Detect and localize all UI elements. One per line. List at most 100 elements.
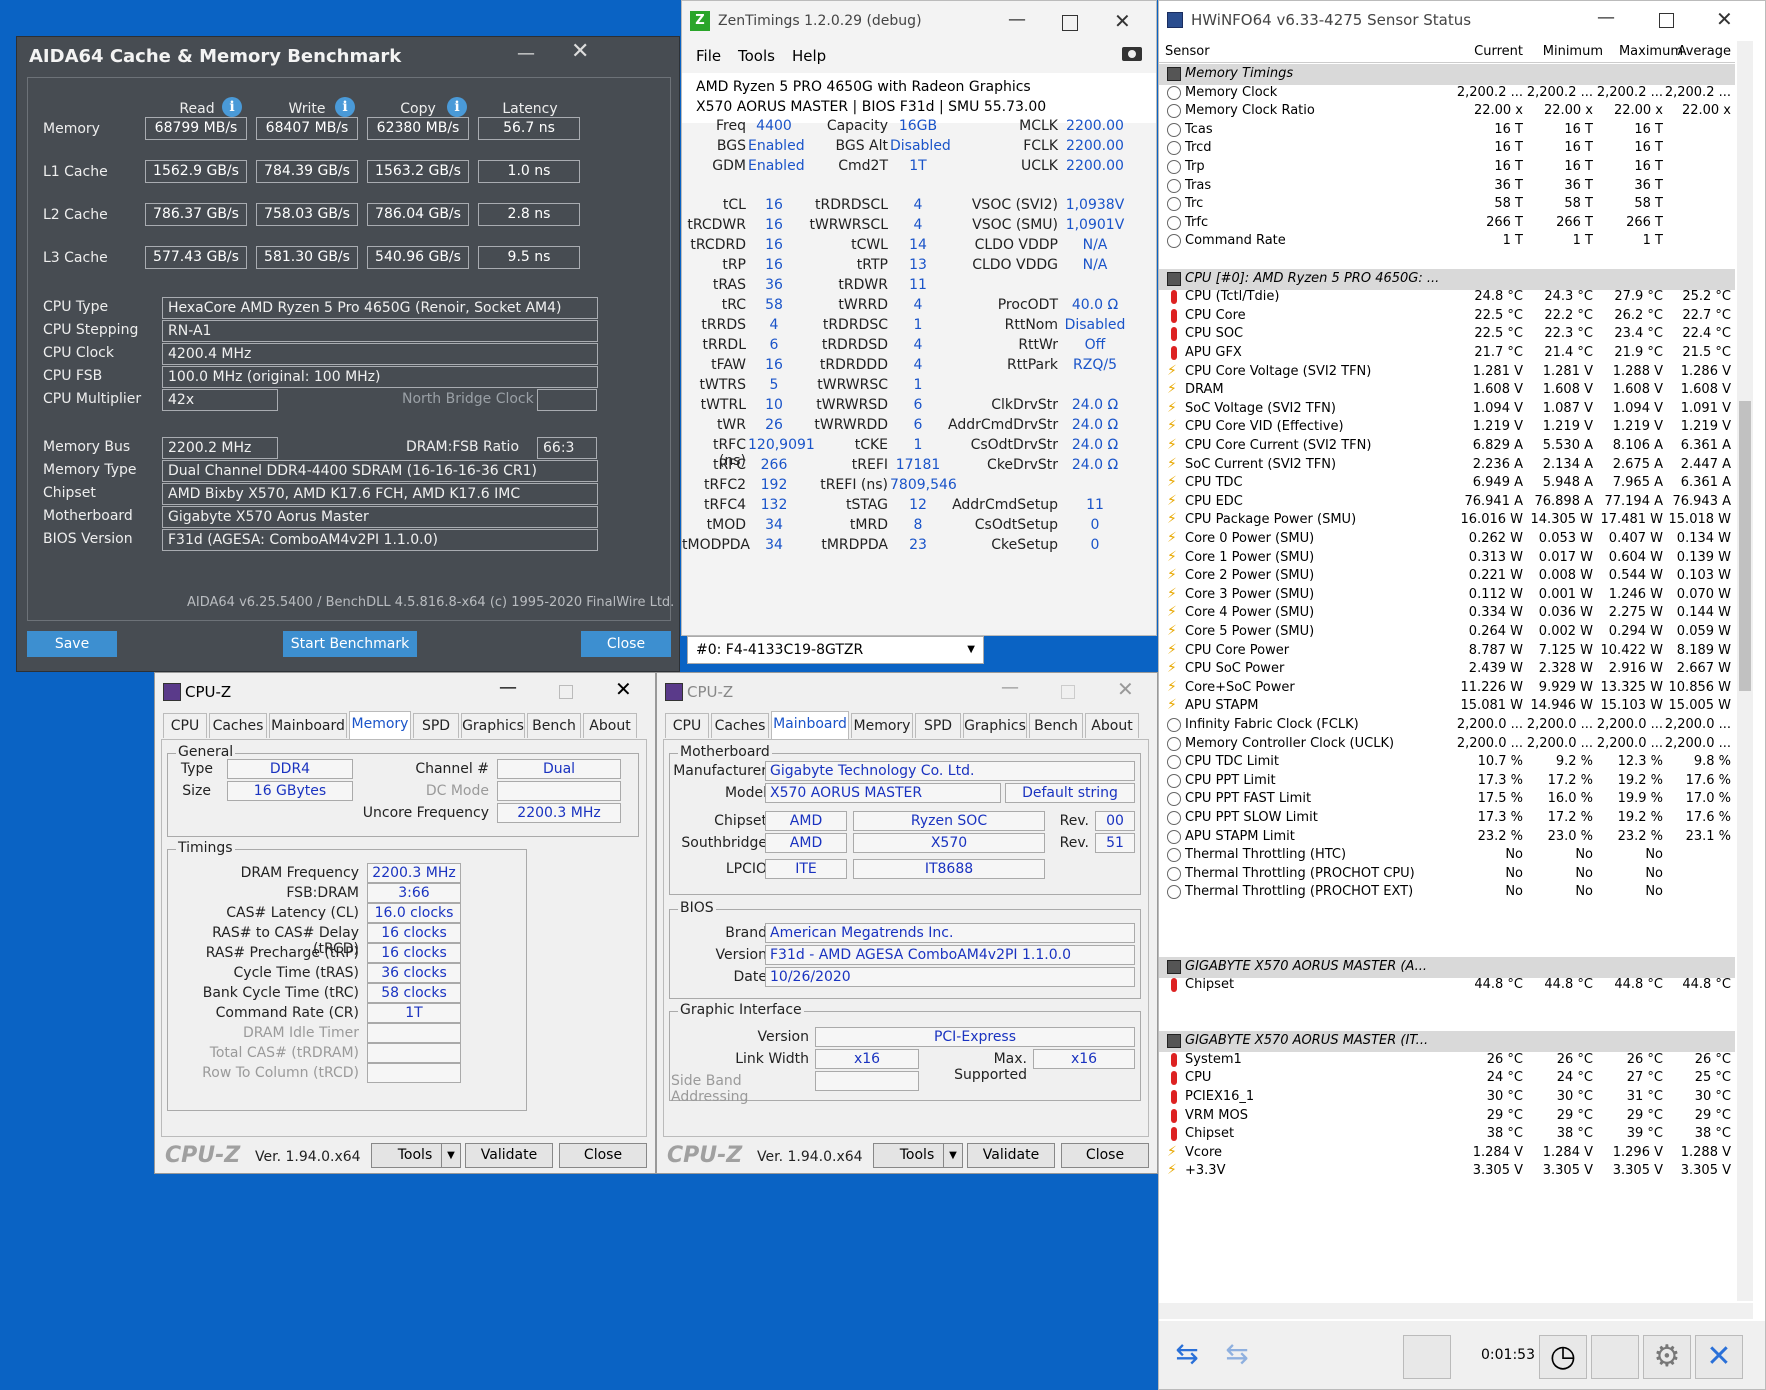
timing-value: 120,9091	[748, 437, 815, 453]
info-icon[interactable]: i	[447, 97, 467, 117]
sensor-value: 22.00 x	[1681, 103, 1731, 119]
timing-value: 4	[913, 297, 923, 313]
tab-about[interactable]: About	[1085, 713, 1139, 738]
tab-graphics[interactable]: Graphics	[461, 713, 525, 738]
sensor-value: 0.407 W	[1608, 531, 1663, 546]
close-button[interactable]: Close	[559, 1143, 647, 1168]
chevron-down-icon[interactable]: ▼	[441, 1143, 461, 1168]
dimm-select[interactable]: #0: F4-4133C19-8GTZR ▼	[687, 636, 984, 664]
sensor-value: 1.091 V	[1680, 400, 1731, 416]
col-minimum[interactable]: Minimum	[1525, 44, 1603, 59]
start-benchmark-button[interactable]: Start Benchmark	[283, 631, 417, 657]
tab-spd[interactable]: SPD	[413, 713, 459, 738]
minimize-icon[interactable]: —	[1008, 9, 1026, 30]
sensor-value: 16 T	[1634, 159, 1663, 174]
close-icon[interactable]: ✕	[1716, 7, 1733, 31]
maximize-icon[interactable]	[1061, 685, 1075, 699]
close-icon[interactable]: ✕	[1117, 677, 1134, 701]
close-icon[interactable]: ✕	[615, 677, 632, 701]
maximize-icon[interactable]	[1659, 13, 1674, 28]
close-button[interactable]: Close	[1061, 1143, 1149, 1168]
sensor-value: 0.294 W	[1608, 624, 1663, 639]
memory-type-label: Memory Type	[43, 462, 137, 478]
sensor-value: 2,200.0 ...	[1596, 717, 1663, 732]
close-icon[interactable]: ✕	[1114, 9, 1131, 33]
southbridge-field: AMD	[765, 833, 847, 853]
sensor-value: No	[1575, 847, 1593, 863]
timing-value: 11	[909, 277, 927, 293]
sensor-value: 2,200.0 ...	[1596, 735, 1663, 751]
minimize-icon[interactable]: —	[1001, 677, 1019, 698]
timing-field: 3:66	[367, 883, 461, 903]
sensor-value: 8.189 W	[1676, 642, 1731, 658]
chevron-down-icon[interactable]: ▼	[943, 1143, 963, 1168]
timing-label: ProcODT	[997, 297, 1058, 313]
maximize-icon[interactable]	[1062, 15, 1078, 31]
minimize-icon[interactable]: —	[1597, 7, 1615, 28]
tab-memory[interactable]: Memory	[349, 711, 411, 739]
sensor-name: Thermal Throttling (PROCHOT CPU)	[1185, 865, 1415, 881]
tab-spd[interactable]: SPD	[915, 713, 961, 738]
maximize-icon[interactable]	[559, 685, 573, 699]
lightning-icon: ⚡	[1167, 381, 1177, 398]
arrows-icon[interactable]: ⇆	[1165, 1337, 1209, 1373]
tab-mainboard[interactable]: Mainboard	[771, 711, 849, 739]
tab-caches[interactable]: Caches	[209, 713, 267, 738]
cpu-stepping-label: CPU Stepping	[43, 322, 139, 338]
save-button[interactable]: Save	[27, 631, 117, 657]
minimize-icon[interactable]: —	[517, 43, 535, 64]
sensor-name: CPU Core VID (Effective)	[1185, 419, 1344, 435]
timing-label: CLDO VDDP	[974, 237, 1058, 253]
close-icon[interactable]: ✕	[1695, 1335, 1743, 1379]
sensor-value: 16 T	[1494, 159, 1523, 174]
tab-bench[interactable]: Bench	[1029, 713, 1083, 738]
validate-button[interactable]: Validate	[967, 1143, 1055, 1168]
timing-label: RttNom	[1004, 317, 1058, 333]
manufacturer-field: Gigabyte Technology Co. Ltd.	[765, 761, 1135, 781]
close-icon[interactable]: ✕	[571, 39, 589, 64]
read-value: 577.43 GB/s	[145, 246, 247, 269]
menu-help[interactable]: Help	[792, 47, 826, 65]
validate-button[interactable]: Validate	[465, 1143, 553, 1168]
sensor-value: 1.296 V	[1612, 1144, 1663, 1160]
sensor-name: SoC Current (SVI2 TFN)	[1185, 456, 1337, 472]
timing-label: VSOC (SMU)	[972, 217, 1058, 233]
timing-value: 2200.00	[1066, 158, 1124, 174]
gear-icon[interactable]: ⚙	[1643, 1335, 1691, 1379]
horizontal-scrollbar[interactable]	[1159, 1303, 1753, 1319]
arrows-icon[interactable]: ⇆	[1215, 1337, 1259, 1373]
menu-tools[interactable]: Tools	[738, 47, 775, 65]
info-icon[interactable]: i	[335, 97, 355, 117]
chip-icon	[1167, 271, 1181, 286]
report-icon[interactable]	[1591, 1335, 1639, 1379]
tab-graphics[interactable]: Graphics	[963, 713, 1027, 738]
sensor-value: 1 T	[1502, 233, 1523, 249]
tab-caches[interactable]: Caches	[711, 713, 769, 738]
info-icon[interactable]: i	[222, 97, 242, 117]
vertical-scrollbar[interactable]	[1737, 41, 1753, 1301]
brand-label: Brand	[725, 925, 767, 941]
chipset-value: AMD Bixby X570, AMD K17.6 FCH, AMD K17.6…	[162, 483, 598, 505]
sensor-name: Command Rate	[1185, 233, 1286, 249]
tab-about[interactable]: About	[583, 713, 637, 738]
col-current[interactable]: Current	[1445, 44, 1523, 59]
minimize-icon[interactable]: —	[499, 677, 517, 698]
tab-mainboard[interactable]: Mainboard	[269, 713, 347, 738]
close-button[interactable]: Close	[581, 631, 671, 657]
sensor-value: No	[1645, 884, 1663, 900]
tab-memory[interactable]: Memory	[851, 713, 913, 738]
col-sensor[interactable]: Sensor	[1165, 44, 1210, 59]
sensor-row[interactable]: ⚡ +3.3V 3.305 V 3.305 V 3.305 V 3.305 V	[1159, 1161, 1735, 1182]
tab-cpu[interactable]: CPU	[665, 713, 709, 738]
sensor-value: 16 T	[1494, 140, 1523, 156]
tab-cpu[interactable]: CPU	[163, 713, 207, 738]
tab-bench[interactable]: Bench	[527, 713, 581, 738]
col-average[interactable]: Average	[1653, 44, 1731, 59]
clock-icon[interactable]: ◷	[1539, 1335, 1587, 1379]
max-supported-field: x16	[1033, 1049, 1135, 1069]
timing-label: GDM	[712, 158, 746, 174]
network-icon[interactable]	[1403, 1335, 1451, 1379]
camera-icon[interactable]	[1122, 47, 1142, 61]
menu-file[interactable]: File	[696, 47, 721, 65]
sensor-value: 26 °C	[1694, 1051, 1731, 1067]
